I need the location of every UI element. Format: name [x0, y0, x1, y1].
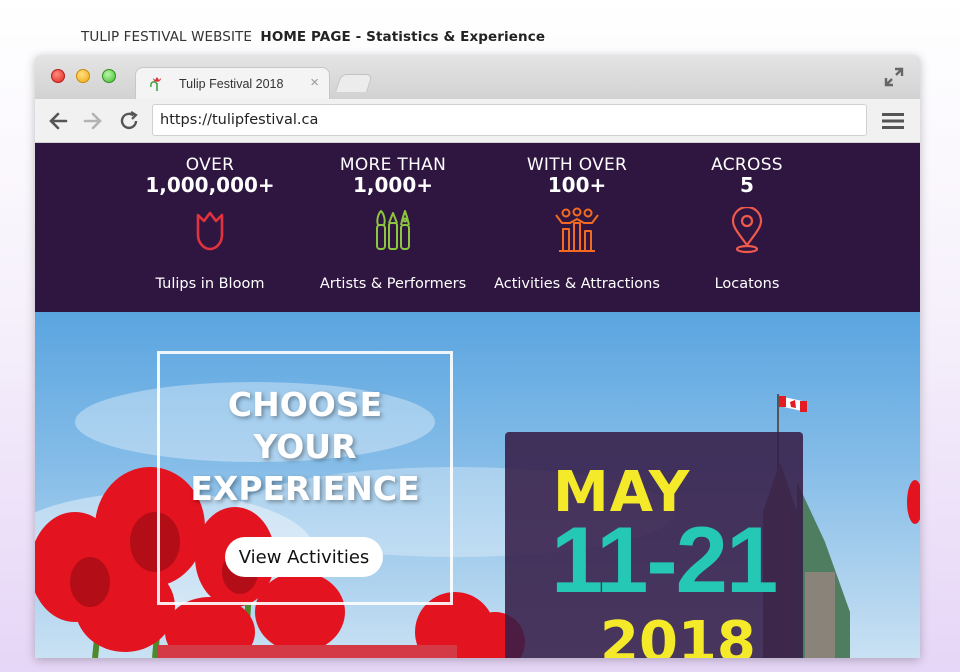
tab-close-icon[interactable]: × — [310, 74, 319, 91]
stat-number: 1,000+ — [352, 173, 434, 197]
stat-label: Artists & Performers — [319, 276, 467, 292]
date-year: 2018 — [600, 610, 756, 658]
maximize-window-button[interactable] — [102, 69, 116, 83]
date-range: 11-21 — [551, 507, 778, 612]
location-pin-icon — [731, 207, 763, 254]
stat-prefix: OVER — [185, 155, 235, 175]
art-supplies-icon — [376, 210, 410, 250]
browser-tab[interactable]: Tulip Festival 2018 × — [135, 67, 330, 99]
view-activities-button[interactable]: View Activities — [225, 537, 383, 577]
tulip-icon — [196, 211, 224, 251]
forward-arrow-icon[interactable] — [82, 110, 104, 132]
browser-window: Tulip Festival 2018 × https://tulipfesti… — [35, 55, 920, 658]
tab-title: Tulip Festival 2018 — [179, 77, 284, 91]
stat-number: 5 — [740, 173, 754, 197]
browser-titlebar: Tulip Festival 2018 × — [35, 55, 920, 99]
people-chart-icon — [555, 207, 599, 252]
minimize-window-button[interactable] — [76, 69, 90, 83]
stat-label: Locatons — [714, 276, 780, 292]
hamburger-menu-icon[interactable] — [882, 112, 904, 130]
close-window-button[interactable] — [51, 69, 65, 83]
stat-prefix: WITH OVER — [526, 155, 628, 175]
choose-experience-heading: CHOOSE YOUR EXPERIENCE — [190, 385, 420, 508]
reload-icon[interactable] — [118, 110, 140, 132]
caption-prefix: TULIP FESTIVAL WEBSITE — [81, 29, 253, 45]
caption-title: HOME PAGE - Statistics & Experience — [260, 29, 546, 45]
festival-dates-card: MAY 11-21 2018 — [505, 432, 803, 658]
stat-number: 1,000,000+ — [145, 173, 275, 197]
tulip-favicon-icon — [150, 77, 161, 91]
browser-toolbar: https://tulipfestival.ca — [35, 99, 920, 143]
fullscreen-expand-icon[interactable] — [884, 67, 904, 87]
statistics-section: OVER 1,000,000+ Tulips in Bloom MORE THA… — [35, 143, 920, 312]
stat-prefix: ACROSS — [711, 155, 783, 175]
back-arrow-icon[interactable] — [47, 110, 69, 132]
url-address-bar[interactable]: https://tulipfestival.ca — [152, 104, 867, 136]
page-caption: TULIP FESTIVAL WEBSITE HOME PAGE - Stati… — [81, 29, 545, 45]
stat-prefix: MORE THAN — [339, 155, 447, 175]
stat-number: 100+ — [547, 173, 607, 197]
new-tab-button[interactable] — [335, 74, 373, 92]
stat-label: Tulips in Bloom — [155, 276, 265, 292]
stat-label: Activities & Attractions — [494, 276, 660, 292]
hero-section: CHOOSE YOUR EXPERIENCE View Activities M… — [35, 312, 920, 658]
red-banner-strip — [157, 645, 457, 658]
